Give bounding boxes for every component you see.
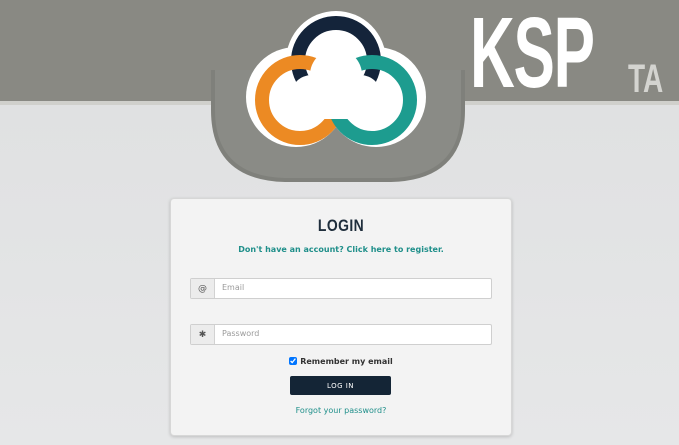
login-button[interactable]: LOG IN xyxy=(290,376,391,395)
password-field[interactable] xyxy=(215,325,491,342)
at-sign-icon: @ xyxy=(191,279,215,298)
login-page: KSP TA LOGIN Don't have an account? Clic… xyxy=(0,0,679,445)
login-card: LOGIN Don't have an account? Click here … xyxy=(170,198,512,436)
cloud-logo-icon xyxy=(246,11,426,147)
forgot-password-link[interactable]: Forgot your password? xyxy=(171,406,511,415)
remember-label: Remember my email xyxy=(300,357,393,366)
password-input-group: ✱ xyxy=(190,324,492,345)
brand-main-text: KSP xyxy=(470,0,595,109)
email-field[interactable] xyxy=(215,279,491,296)
remember-checkbox[interactable] xyxy=(289,357,298,365)
login-title: LOGIN xyxy=(317,216,365,235)
brand-sub-text: TA xyxy=(628,57,664,101)
email-input-group: @ xyxy=(190,278,492,299)
asterisk-icon: ✱ xyxy=(191,325,215,344)
register-link[interactable]: Don't have an account? Click here to reg… xyxy=(171,245,511,254)
brand-wordmark: KSP TA xyxy=(470,0,663,109)
remember-row: Remember my email xyxy=(171,357,511,366)
